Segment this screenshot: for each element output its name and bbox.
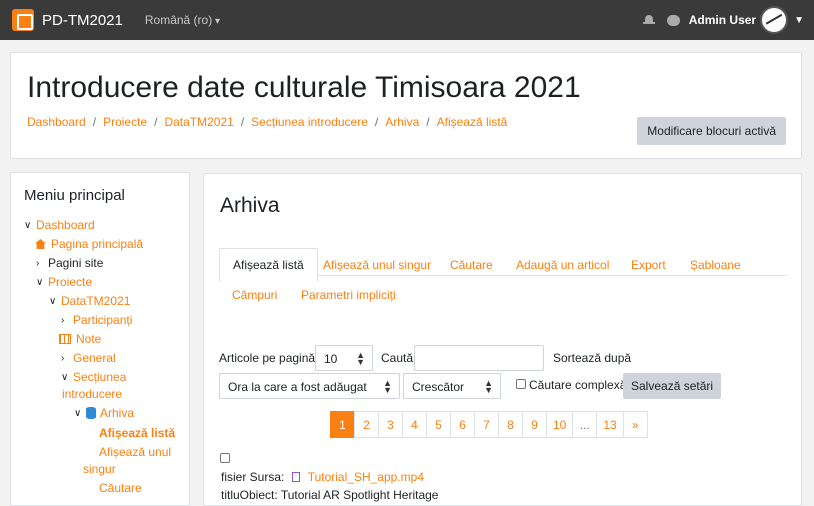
chevron-down-icon: ∨ bbox=[49, 295, 57, 307]
record-title-row: titluObiect: Tutorial AR Spotlight Herit… bbox=[221, 488, 438, 502]
edit-blocks-button[interactable]: Modificare blocuri activă bbox=[637, 117, 786, 145]
sidebar-item-projects[interactable]: ∨ Proiecte bbox=[36, 275, 92, 289]
breadcrumb-sectiunea-introducere[interactable]: Secțiunea introducere bbox=[251, 115, 368, 129]
advanced-search-checkbox[interactable] bbox=[516, 379, 526, 389]
tab-add-entry[interactable]: Adaugă un articol bbox=[516, 258, 609, 272]
breadcrumb: Dashboard / Proiecte / DataTM2021/ Secțiun… bbox=[27, 115, 508, 129]
chevron-down-icon: ∨ bbox=[74, 407, 82, 419]
page-ellipsis: ... bbox=[572, 411, 598, 438]
tab-export[interactable]: Export bbox=[631, 258, 666, 272]
table-icon bbox=[59, 334, 71, 344]
sidebar-item-single-view[interactable]: Afișează unul bbox=[99, 445, 171, 459]
advanced-search-label[interactable]: Căutare complexă bbox=[529, 378, 626, 392]
chevron-down-icon: ∨ bbox=[24, 219, 32, 231]
sidebar-item-single-view-line2[interactable]: singur bbox=[83, 462, 116, 476]
sidebar-item-list-view[interactable]: Afișează listă bbox=[99, 426, 175, 440]
record-select-checkbox[interactable] bbox=[220, 453, 230, 463]
sidebar-item-section-line2[interactable]: introducere bbox=[62, 387, 122, 401]
top-navbar: PD-TM2021 Română (ro) Admin User ▼ bbox=[0, 0, 814, 40]
chevron-right-icon: › bbox=[61, 314, 65, 326]
notifications-bell-icon[interactable] bbox=[642, 14, 655, 26]
select-arrows-icon: ▲ ▼ bbox=[356, 350, 365, 367]
search-label: Caută bbox=[381, 351, 414, 365]
user-menu-chevron-down-icon[interactable]: ▼ bbox=[794, 15, 804, 26]
activity-title: Arhiva bbox=[220, 194, 280, 217]
sort-label: Sortează după bbox=[553, 351, 632, 365]
user-nav: Admin User ▼ bbox=[642, 6, 814, 34]
block-title: Meniu principal bbox=[24, 187, 125, 204]
sidebar-item-course[interactable]: ∨ DataTM2021 bbox=[49, 294, 130, 308]
chevron-down-icon: ∨ bbox=[61, 371, 69, 383]
sidebar-item-grades[interactable]: Note bbox=[59, 332, 101, 346]
record-file-row: fisier Sursa: Tutorial_SH_app.mp4 bbox=[221, 470, 424, 484]
page-link[interactable]: 10 bbox=[546, 411, 574, 438]
tab-fields[interactable]: Câmpuri bbox=[232, 288, 277, 302]
site-name[interactable]: PD-TM2021 bbox=[42, 12, 123, 29]
page-link[interactable]: 8 bbox=[498, 411, 523, 438]
language-menu[interactable]: Română (ro) bbox=[145, 13, 220, 27]
file-field-label: fisier Sursa: bbox=[221, 470, 285, 484]
tab-search[interactable]: Căutare bbox=[450, 258, 493, 272]
sidebar-item-dashboard[interactable]: ∨ Dashboard bbox=[24, 218, 95, 232]
chevron-right-icon: › bbox=[61, 352, 65, 364]
page-link[interactable]: 2 bbox=[354, 411, 379, 438]
messages-chat-icon[interactable] bbox=[666, 14, 680, 26]
main-content: Arhiva Afișează listă Afișează unul sing… bbox=[203, 173, 802, 506]
tab-single-view[interactable]: Afișează unul singur bbox=[323, 258, 431, 272]
video-file-icon bbox=[291, 472, 300, 482]
sidebar-item-site-pages[interactable]: › Pagini site bbox=[36, 256, 103, 270]
sort-order-select[interactable]: Crescător ▲ ▼ bbox=[403, 373, 501, 399]
sidebar-item-participants[interactable]: › Participanți bbox=[61, 313, 132, 327]
database-icon bbox=[86, 407, 96, 419]
page-header: Introducere date culturale Timisoara 202… bbox=[10, 52, 802, 159]
home-icon bbox=[35, 239, 46, 249]
select-arrows-icon: ▲ ▼ bbox=[484, 378, 493, 395]
breadcrumb-datatm2021[interactable]: DataTM2021 bbox=[164, 115, 233, 129]
sidebar-item-search[interactable]: Căutare bbox=[99, 481, 142, 495]
tab-presets[interactable]: Parametri impliciți bbox=[301, 288, 396, 302]
sidebar-item-section[interactable]: ∨ Secțiunea bbox=[61, 370, 126, 384]
breadcrumb-proiecte[interactable]: Proiecte bbox=[103, 115, 147, 129]
chevron-right-icon: › bbox=[36, 257, 40, 269]
breadcrumb-afiseaza-lista[interactable]: Afișează listă bbox=[437, 115, 508, 129]
avatar[interactable] bbox=[760, 6, 789, 34]
site-logo-icon[interactable] bbox=[12, 9, 34, 31]
page-link[interactable]: 3 bbox=[378, 411, 403, 438]
page-link[interactable]: 9 bbox=[522, 411, 547, 438]
select-arrows-icon: ▲ ▼ bbox=[383, 378, 392, 395]
search-input[interactable] bbox=[414, 345, 544, 371]
save-settings-button[interactable]: Salvează setări bbox=[623, 373, 722, 399]
per-page-select[interactable]: 10 ▲ ▼ bbox=[315, 345, 373, 371]
sidebar-item-general[interactable]: › General bbox=[61, 351, 116, 365]
page-title: Introducere date culturale Timisoara 202… bbox=[27, 71, 581, 104]
page-next-link[interactable]: » bbox=[622, 411, 648, 438]
page-link[interactable]: 13 bbox=[596, 411, 624, 438]
chevron-down-icon: ∨ bbox=[36, 276, 44, 288]
tab-list-view[interactable]: Afișează listă bbox=[219, 248, 318, 282]
breadcrumb-dashboard[interactable]: Dashboard bbox=[27, 115, 86, 129]
object-title-label: titluObiect: bbox=[221, 488, 278, 502]
file-link[interactable]: Tutorial_SH_app.mp4 bbox=[308, 470, 424, 484]
tab-templates[interactable]: Șabloane bbox=[690, 258, 741, 272]
page-link-current[interactable]: 1 bbox=[330, 411, 355, 438]
breadcrumb-arhiva[interactable]: Arhiva bbox=[385, 115, 419, 129]
per-page-label: Articole pe pagină bbox=[219, 351, 316, 365]
object-title-value: Tutorial AR Spotlight Heritage bbox=[280, 488, 439, 502]
page-link[interactable]: 7 bbox=[474, 411, 499, 438]
pagination: 1 2 3 4 5 6 7 8 9 10 ... 13 » bbox=[330, 411, 648, 438]
user-name[interactable]: Admin User bbox=[689, 13, 756, 27]
page-link[interactable]: 5 bbox=[426, 411, 451, 438]
sort-field-select[interactable]: Ora la care a fost adăugat ▲ ▼ bbox=[219, 373, 400, 399]
sidebar-item-home[interactable]: Pagina principală bbox=[35, 237, 143, 251]
main-menu-block: Meniu principal ∨ Dashboard Pagina princ… bbox=[10, 172, 190, 506]
page-link[interactable]: 4 bbox=[402, 411, 427, 438]
sidebar-item-archive[interactable]: ∨ Arhiva bbox=[74, 406, 134, 420]
page-link[interactable]: 6 bbox=[450, 411, 475, 438]
